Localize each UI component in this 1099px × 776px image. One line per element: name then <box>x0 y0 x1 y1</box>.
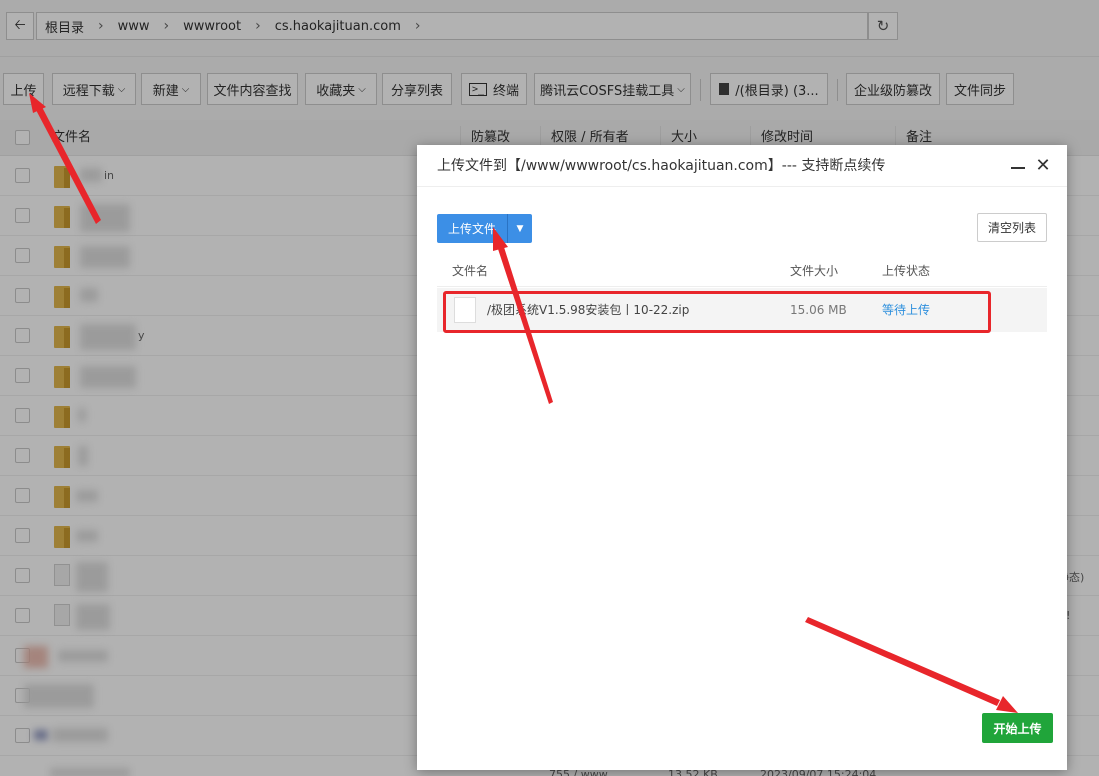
upload-dropdown-button[interactable]: ▼ <box>507 214 532 243</box>
annotation-highlight-box <box>443 291 991 333</box>
dialog-header: 上传文件到【/www/wwwroot/cs.haokajituan.com】--… <box>417 145 1067 187</box>
col-upload-size: 文件大小 <box>790 264 839 278</box>
caret-down-icon: ▼ <box>516 223 524 234</box>
start-upload-button[interactable]: 开始上传 <box>982 713 1053 743</box>
close-icon[interactable]: ✕ <box>1033 156 1053 176</box>
upload-table-header: 文件名 文件大小 上传状态 <box>437 255 1047 287</box>
minimize-icon[interactable] <box>1009 157 1027 175</box>
col-upload-status: 上传状态 <box>882 264 931 278</box>
upload-dialog: 上传文件到【/www/wwwroot/cs.haokajituan.com】--… <box>417 145 1067 770</box>
col-upload-filename: 文件名 <box>452 264 489 278</box>
upload-file-button[interactable]: 上传文件 <box>437 214 507 243</box>
dialog-title: 上传文件到【/www/wwwroot/cs.haokajituan.com】--… <box>437 158 886 174</box>
clear-list-button[interactable]: 清空列表 <box>977 213 1047 242</box>
